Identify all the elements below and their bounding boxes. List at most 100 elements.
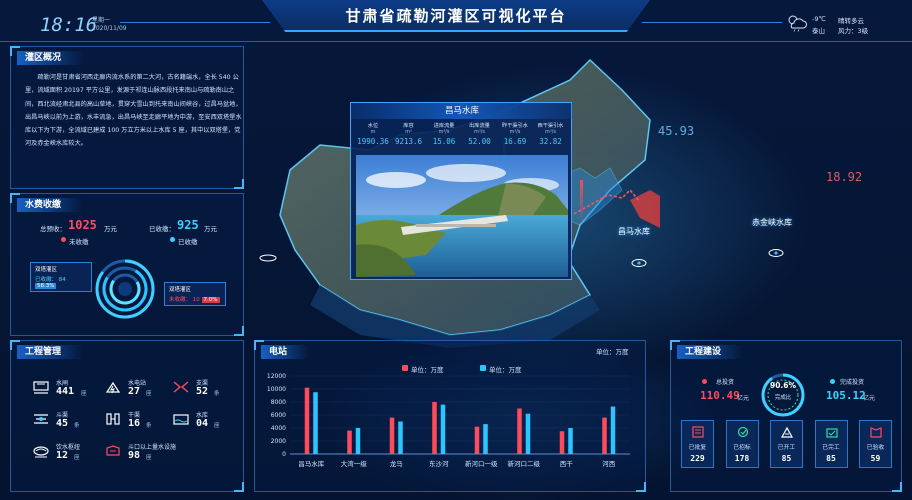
- engineering-title: 工程管理: [17, 345, 84, 359]
- total-investment-unit: 亿元: [737, 395, 750, 402]
- engineering-item[interactable]: 水库 04 座: [172, 410, 242, 430]
- reservoir-stat-unit: m³: [405, 129, 412, 135]
- weekday: 星期一: [92, 17, 111, 24]
- reservoir-stat-unit: m³/s: [545, 129, 556, 135]
- water-meter-icon: [106, 445, 120, 456]
- bar-series-2[interactable]: [610, 406, 616, 454]
- engineering-item[interactable]: 水电站 27 座: [104, 378, 174, 398]
- engineering-item-value: 12: [56, 450, 69, 461]
- engineering-item-value: 16: [128, 418, 141, 429]
- bar-series-1[interactable]: [474, 426, 480, 454]
- project-stat-value: 178: [734, 454, 750, 463]
- engineering-item[interactable]: 干渠 16 条: [104, 410, 174, 430]
- sluice-gate-icon: [33, 381, 49, 394]
- x-tick-label: 龙马: [390, 459, 403, 468]
- engineering-item-value: 52: [196, 386, 209, 397]
- partly-cloudy-rain-icon: [788, 15, 807, 32]
- project-stat-box[interactable]: 已招标 178: [725, 420, 759, 468]
- legend-collected-label: 已收缴: [178, 238, 198, 246]
- project-stat-value: 59: [870, 454, 881, 463]
- engineering-item[interactable]: 支渠 52 条: [172, 378, 242, 398]
- engineering-item-unit: 座: [74, 455, 80, 461]
- approved-icon: [692, 426, 704, 438]
- reservoir-stat-unit: m³/s: [509, 129, 521, 135]
- branch-canal-icon: [173, 381, 189, 393]
- x-tick-label: 昌马水库: [298, 459, 325, 468]
- reservoir-card[interactable]: 昌马水库 水位 m 1990.36 库容 m³ 9213.6 进库流量 m³/s 15.06 出库…: [350, 102, 573, 280]
- reservoir-stat-label: 昨干渠引水: [502, 123, 528, 129]
- reservoir-stat-unit: m³/s: [474, 129, 485, 135]
- engineering-item-unit: 座: [214, 423, 220, 429]
- engineering-item[interactable]: 斗口以上量水设施 98 座: [104, 442, 176, 462]
- bar-series-1[interactable]: [347, 430, 352, 454]
- engineering-item-unit: 条: [74, 423, 80, 429]
- reservoir-stat: 昨干渠引水 m³/s 16.69: [498, 123, 532, 146]
- bar-series-1[interactable]: [517, 408, 522, 455]
- engineering-item[interactable]: 斗渠 45 条: [32, 410, 102, 430]
- engineering-item-value: 98: [128, 450, 141, 461]
- fee-box-uncollected[interactable]: 双塔灌区 未收缴： 10 7.0%: [164, 282, 226, 306]
- bar-series-1[interactable]: [304, 387, 310, 454]
- fee-total-label: 总预收：: [40, 225, 66, 233]
- engineering-item-value: 27: [128, 386, 141, 397]
- reservoir-stat-value: 16.69: [503, 136, 527, 146]
- reservoir-title: 昌马水库: [351, 103, 573, 119]
- engineering-item[interactable]: 水闸 441 座: [32, 378, 102, 398]
- x-tick-label: 河西: [602, 460, 616, 468]
- fees-title: 水费收缴: [17, 198, 84, 212]
- bar-series-2[interactable]: [313, 392, 318, 454]
- page-title: 甘肃省疏勒河灌区可视化平台: [345, 7, 567, 25]
- engineering-item-value: 441: [56, 386, 75, 397]
- done-investment-dot: [830, 379, 835, 384]
- header-line: [120, 22, 270, 23]
- pct-badge: 58.3%: [35, 283, 57, 289]
- x-tick-label: 西干: [560, 460, 574, 468]
- bar-series-1[interactable]: [602, 417, 607, 454]
- reservoir-icon: [173, 414, 189, 425]
- bar-series-2[interactable]: [440, 404, 446, 454]
- y-tick-label: 10000: [267, 386, 286, 393]
- y-tick-label: 4000: [271, 425, 286, 432]
- bar-series-2[interactable]: [398, 421, 403, 455]
- project-stat-value: 85: [826, 454, 836, 463]
- map-label-changma[interactable]: 昌马水库: [618, 226, 650, 237]
- engineering-item-value: 45: [56, 418, 69, 429]
- project-stat-box[interactable]: 已验收 59: [859, 420, 892, 468]
- project-stat-box[interactable]: 已批复 229: [681, 420, 714, 468]
- bar-series-1[interactable]: [559, 431, 565, 454]
- done-investment-unit: 亿元: [863, 395, 876, 402]
- project-stat-value: 85: [781, 454, 792, 463]
- bar-series-1[interactable]: [432, 402, 437, 454]
- bar-series-1[interactable]: [389, 417, 395, 454]
- weather-wind: 风力：3级: [838, 27, 869, 35]
- x-tick-label: 新河口一级: [465, 459, 498, 468]
- y-tick-label: 8000: [271, 399, 286, 406]
- map-label-chijinxia[interactable]: 赤金峡水库: [752, 217, 792, 228]
- legend-uncollected-label: 未收缴: [69, 238, 89, 246]
- project-stat-box[interactable]: 已开工 85: [770, 420, 803, 468]
- engineering-item-unit: 条: [214, 391, 220, 397]
- reservoir-marker-icon[interactable]: [631, 258, 647, 268]
- project-stat-box[interactable]: 已完工 85: [814, 420, 848, 468]
- bar-series-2[interactable]: [355, 428, 361, 454]
- y-tick-label: 0: [282, 451, 286, 458]
- clock: 18:16: [40, 14, 98, 36]
- project-stat-label: 已招标: [733, 445, 751, 451]
- bar-series-2[interactable]: [568, 428, 573, 454]
- header: 甘肃省疏勒河灌区可视化平台 18:16 星期一 2020/11/09 -9℃ 泰…: [0, 0, 912, 42]
- engineering-item[interactable]: 饮水枢纽 12 座: [32, 442, 102, 462]
- bar-series-2[interactable]: [525, 413, 531, 454]
- hydropower-station-icon: [105, 381, 121, 394]
- fee-ring-chart[interactable]: [94, 258, 156, 320]
- completion-ratio-label: 完成比: [774, 395, 792, 401]
- pct-badge: 7.0%: [201, 297, 220, 303]
- weather-place: 泰山: [812, 27, 825, 35]
- fee-box-collected[interactable]: 双塔灌区 已收缴： 84 58.3%: [30, 262, 92, 292]
- bar-series-2[interactable]: [483, 424, 488, 454]
- reservoir-stat: 库容 m³ 9213.6: [392, 123, 426, 146]
- power-bar-chart[interactable]: 0 2000 4000 6000 8000 10000 12000 昌马水库 大湾一级 龙马 东沙河…: [254, 370, 646, 492]
- reservoir-marker-icon[interactable]: [768, 248, 784, 258]
- power-title: 电站: [261, 345, 310, 359]
- reservoir-stat-value: 9213.6: [394, 136, 423, 146]
- overview-title: 灌区概况: [17, 51, 84, 65]
